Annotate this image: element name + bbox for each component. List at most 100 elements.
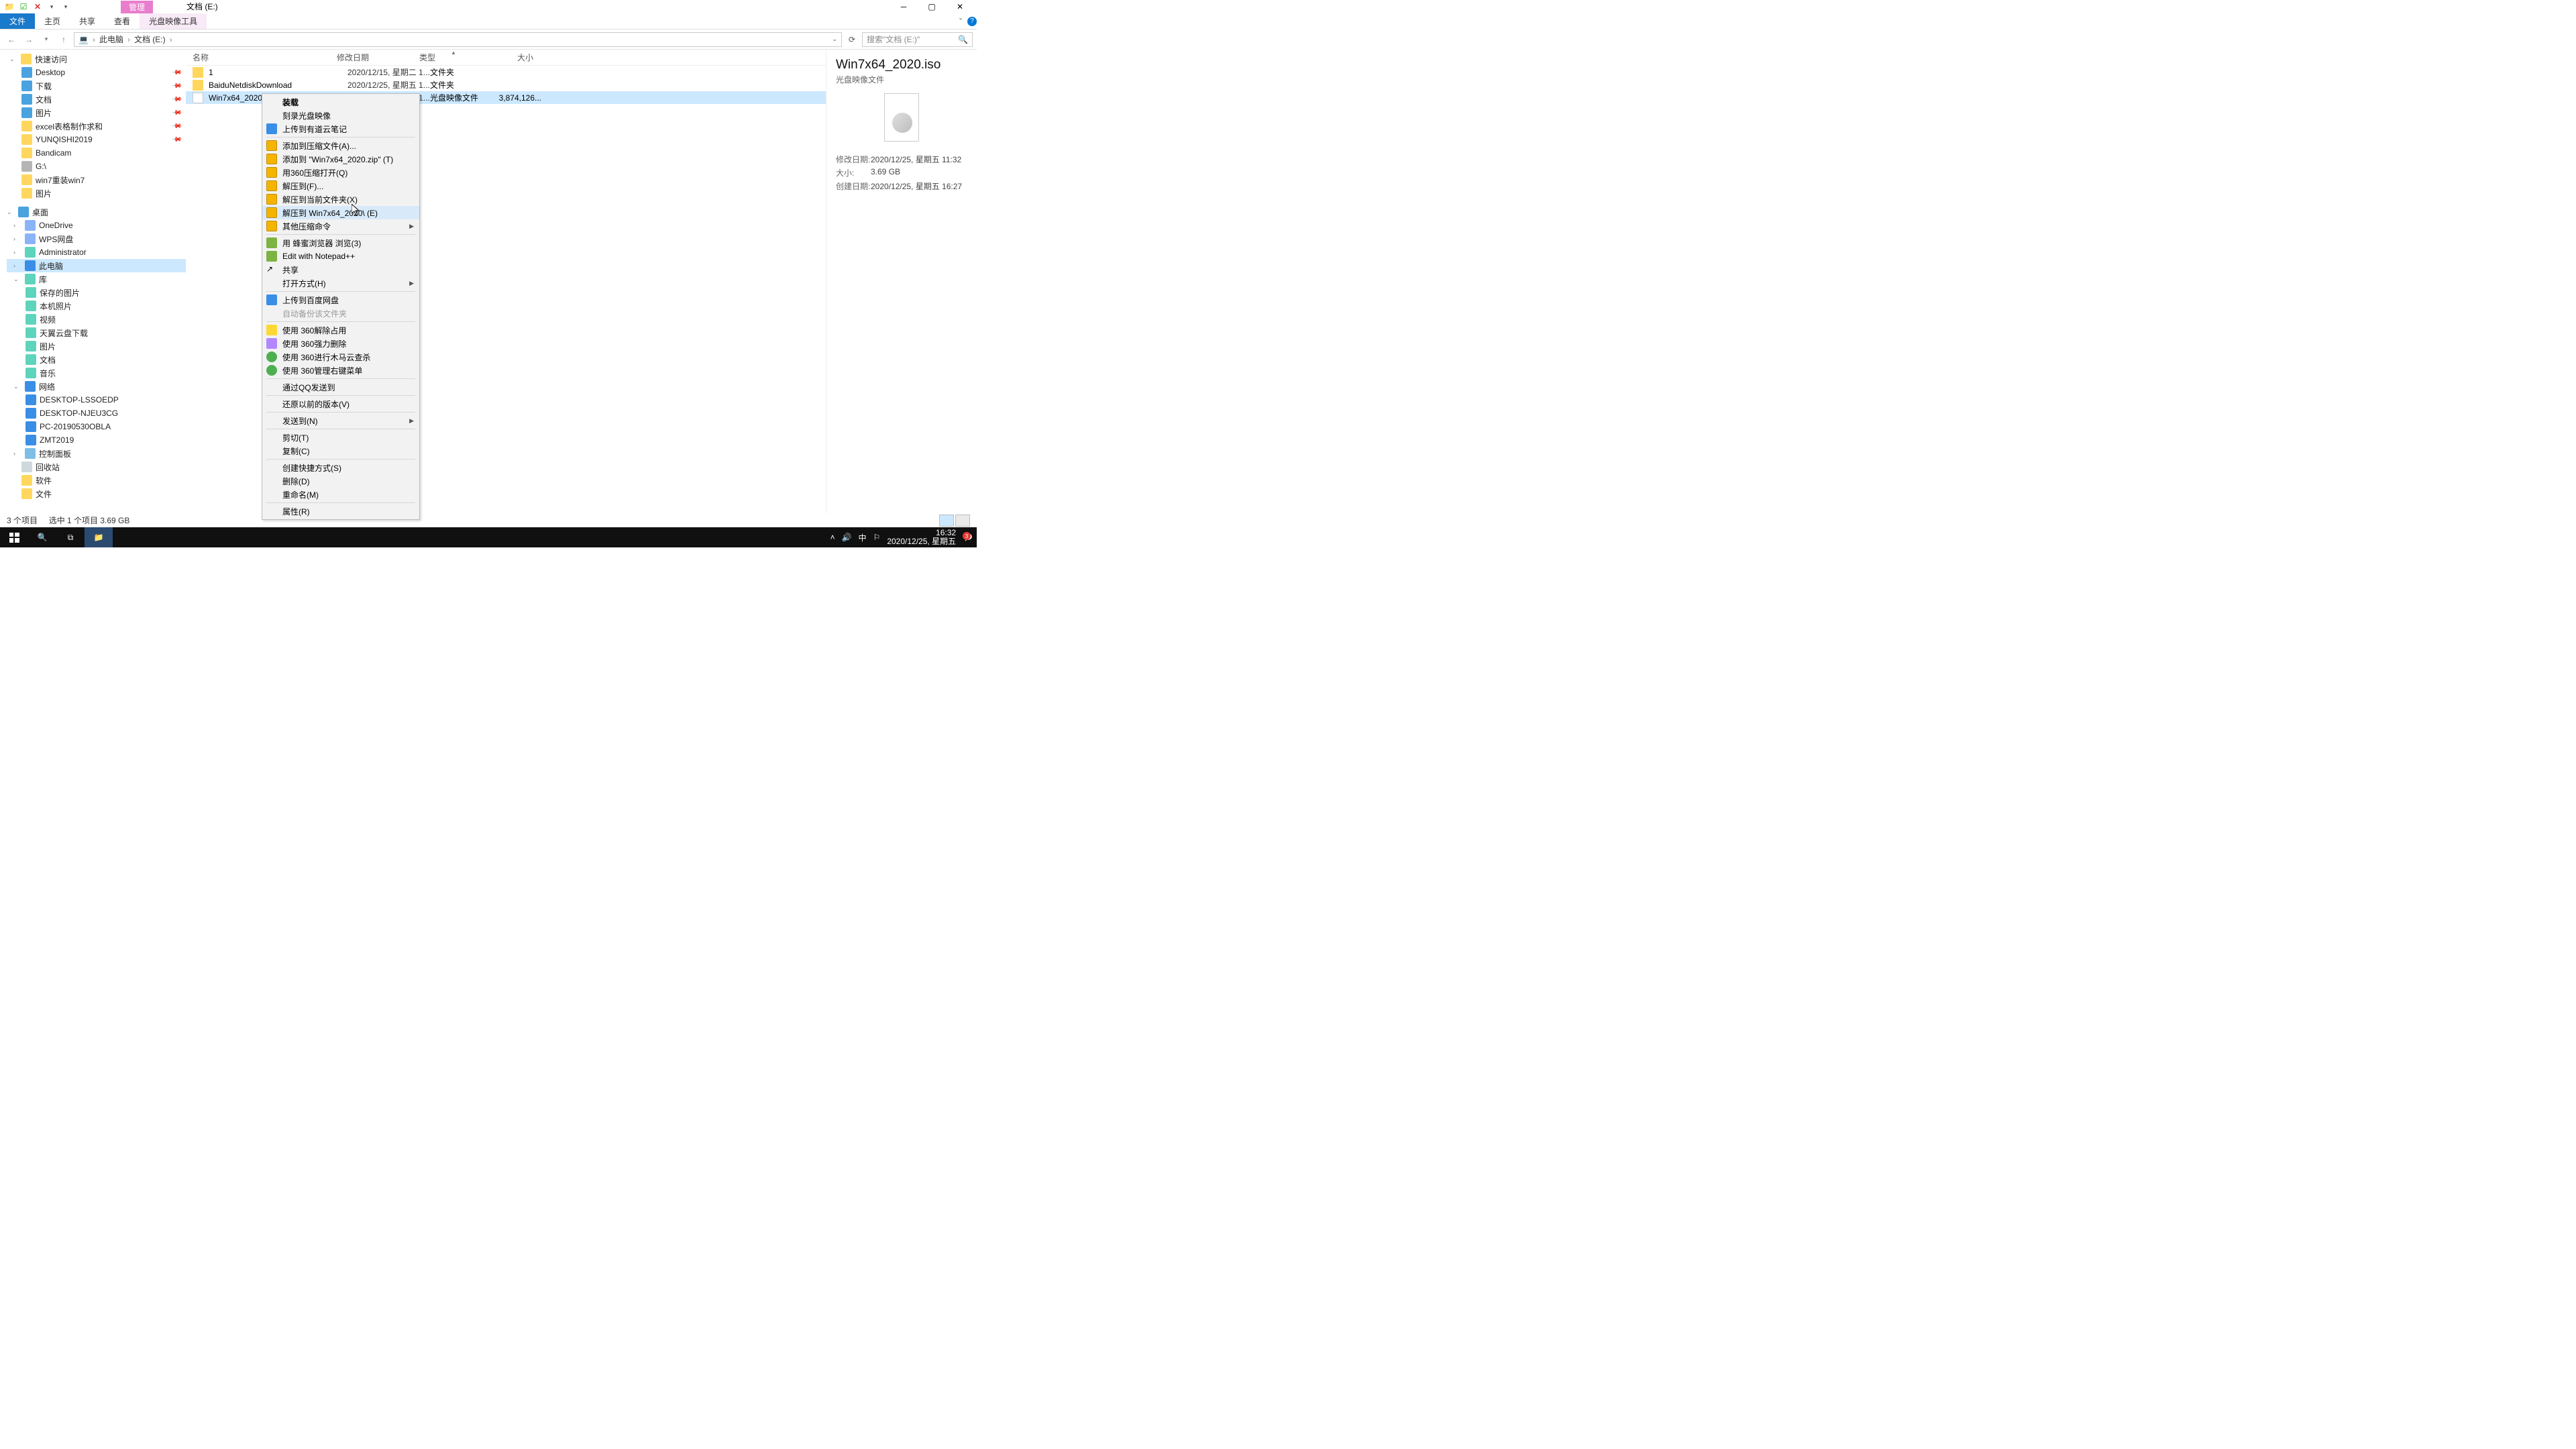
nav-recent-caret-icon[interactable]: ▾ (39, 32, 54, 47)
nav-software[interactable]: 软件 (7, 474, 186, 487)
nav-recycle[interactable]: 回收站 (7, 460, 186, 474)
address-dropdown-icon[interactable]: ⌄ (832, 36, 837, 43)
context-menu-item[interactable]: 使用 360解除占用 (262, 323, 419, 337)
qat-dropdown-icon[interactable]: ▾ (46, 1, 58, 13)
nav-item-desktop[interactable]: Desktop📌 (7, 66, 186, 79)
taskbar-search-button[interactable]: 🔍 (28, 527, 56, 547)
context-menu-item[interactable]: 解压到当前文件夹(X) (262, 193, 419, 206)
chevron-down-icon[interactable]: ⌄ (13, 276, 21, 283)
nav-ctrlpanel[interactable]: ›控制面板 (7, 447, 186, 460)
context-menu-item[interactable]: 复制(C) (262, 444, 419, 458)
nav-files[interactable]: 文件 (7, 487, 186, 500)
nav-net3[interactable]: PC-20190530OBLA (7, 420, 186, 433)
nav-item-bandicam[interactable]: Bandicam (7, 146, 186, 160)
chevron-down-icon[interactable]: ⌄ (7, 209, 15, 216)
refresh-button[interactable]: ⟳ (845, 35, 859, 44)
nav-net2[interactable]: DESKTOP-NJEU3CG (7, 407, 186, 420)
chevron-right-icon[interactable]: › (13, 450, 21, 457)
chevron-right-icon[interactable]: › (13, 235, 21, 242)
nav-onedrive[interactable]: ›OneDrive (7, 219, 186, 232)
col-header-date[interactable]: 修改日期 (337, 52, 419, 63)
ribbon-tab-view[interactable]: 查看 (105, 13, 140, 29)
context-menu-item[interactable]: 发送到(N)▶ (262, 414, 419, 427)
col-header-name[interactable]: 名称 (193, 52, 337, 63)
ribbon-tab-home[interactable]: 主页 (35, 13, 70, 29)
context-menu-item[interactable]: 添加到 "Win7x64_2020.zip" (T) (262, 152, 419, 166)
context-menu-item[interactable]: 其他压缩命令▶ (262, 219, 419, 233)
nav-music[interactable]: 音乐 (7, 366, 186, 380)
ribbon-collapse-icon[interactable]: ˇ (954, 15, 967, 28)
context-menu-item[interactable]: 解压到 Win7x64_2020\ (E) (262, 206, 419, 219)
qat-close-icon[interactable]: ✕ (32, 1, 44, 13)
nav-up-button[interactable]: ↑ (56, 32, 71, 47)
nav-net1[interactable]: DESKTOP-LSSOEDP (7, 393, 186, 407)
file-row[interactable]: BaiduNetdiskDownload 2020/12/25, 星期五 1..… (186, 78, 826, 91)
nav-libraries[interactable]: ⌄库 (7, 272, 186, 286)
start-button[interactable] (0, 527, 28, 547)
context-menu-item[interactable]: 还原以前的版本(V) (262, 397, 419, 411)
navigation-pane[interactable]: ⌄快速访问 Desktop📌 下载📌 文档📌 图片📌 excel表格制作求和📌 … (0, 50, 186, 513)
context-menu-item[interactable]: 解压到(F)... (262, 179, 419, 193)
context-menu-item[interactable]: 删除(D) (262, 474, 419, 488)
close-button[interactable]: ✕ (947, 0, 973, 13)
context-menu-item[interactable]: 用 蜂蜜浏览器 浏览(3) (262, 236, 419, 250)
view-details-button[interactable] (939, 515, 954, 527)
nav-network[interactable]: ⌄网络 (7, 380, 186, 393)
chevron-right-icon[interactable]: › (13, 222, 21, 229)
view-large-icons-button[interactable] (955, 515, 970, 527)
qat-overflow-icon[interactable]: ▾ (60, 1, 72, 13)
context-menu-item[interactable]: ↗共享 (262, 263, 419, 276)
context-menu-item[interactable]: 上传到百度网盘 (262, 293, 419, 307)
nav-thispc[interactable]: ›此电脑 (7, 259, 186, 272)
context-menu-item[interactable]: Edit with Notepad++ (262, 250, 419, 263)
address-bar[interactable]: 💻 › 此电脑 › 文档 (E:) › ⌄ (74, 32, 842, 47)
nav-camera-roll[interactable]: 本机照片 (7, 299, 186, 313)
taskbar-explorer-button[interactable]: 📁 (85, 527, 113, 547)
context-menu-item[interactable]: 添加到压缩文件(A)... (262, 139, 419, 152)
context-menu-item[interactable]: 使用 360强力删除 (262, 337, 419, 350)
nav-tianyi[interactable]: 天翼云盘下载 (7, 326, 186, 339)
minimize-button[interactable]: ─ (890, 0, 917, 13)
ribbon-tab-file[interactable]: 文件 (0, 13, 35, 29)
context-menu-item[interactable]: 重命名(M) (262, 488, 419, 501)
nav-item-excel[interactable]: excel表格制作求和📌 (7, 119, 186, 133)
nav-net4[interactable]: ZMT2019 (7, 433, 186, 447)
context-menu-item[interactable]: 上传到有道云笔记 (262, 122, 419, 136)
context-menu-item[interactable]: 剪切(T) (262, 431, 419, 444)
maximize-button[interactable]: ▢ (918, 0, 945, 13)
nav-item-gdrive[interactable]: G:\ (7, 160, 186, 173)
nav-item-pictures[interactable]: 图片📌 (7, 106, 186, 119)
search-input[interactable]: 搜索"文档 (E:)" 🔍 (862, 32, 973, 47)
nav-videos[interactable]: 视频 (7, 313, 186, 326)
context-menu-item[interactable]: 打开方式(H)▶ (262, 276, 419, 290)
nav-quick-access[interactable]: ⌄快速访问 (7, 52, 186, 66)
nav-wps[interactable]: ›WPS网盘 (7, 232, 186, 246)
ime-indicator[interactable]: 中 (859, 532, 867, 543)
volume-icon[interactable]: 🔊 (842, 533, 852, 542)
nav-item-yunqishi[interactable]: YUNQISHI2019📌 (7, 133, 186, 146)
chevron-right-icon[interactable]: › (168, 35, 174, 44)
context-menu-item[interactable]: 通过QQ发送到 (262, 380, 419, 394)
context-menu-item[interactable]: 属性(R) (262, 504, 419, 518)
nav-item-documents[interactable]: 文档📌 (7, 93, 186, 106)
context-menu-item[interactable]: 刻录光盘映像 (262, 109, 419, 122)
nav-item-pictures2[interactable]: 图片 (7, 186, 186, 200)
task-view-button[interactable]: ⧉ (56, 527, 85, 547)
nav-item-win7[interactable]: win7重装win7 (7, 173, 186, 186)
context-menu-item[interactable]: 使用 360进行木马云查杀 (262, 350, 419, 364)
search-icon[interactable]: 🔍 (958, 35, 968, 44)
chevron-down-icon[interactable]: ⌄ (13, 383, 21, 390)
taskbar-clock[interactable]: 16:32 2020/12/25, 星期五 (887, 529, 956, 546)
col-header-size[interactable]: 大小 (486, 52, 533, 63)
nav-docs-lib[interactable]: 文档 (7, 353, 186, 366)
ribbon-tab-share[interactable]: 共享 (70, 13, 105, 29)
file-row[interactable]: 1 2020/12/15, 星期二 1... 文件夹 (186, 66, 826, 78)
tray-overflow-icon[interactable]: ˄ (830, 533, 835, 542)
breadcrumb-thispc[interactable]: 此电脑 (99, 34, 123, 45)
breadcrumb-drive[interactable]: 文档 (E:) (134, 34, 166, 45)
chevron-down-icon[interactable]: ⌄ (9, 56, 17, 63)
nav-admin[interactable]: ›Administrator (7, 246, 186, 259)
app-icon[interactable]: 📁 (3, 1, 15, 13)
chevron-right-icon[interactable]: › (91, 35, 97, 44)
context-menu-item[interactable]: 用360压缩打开(Q) (262, 166, 419, 179)
